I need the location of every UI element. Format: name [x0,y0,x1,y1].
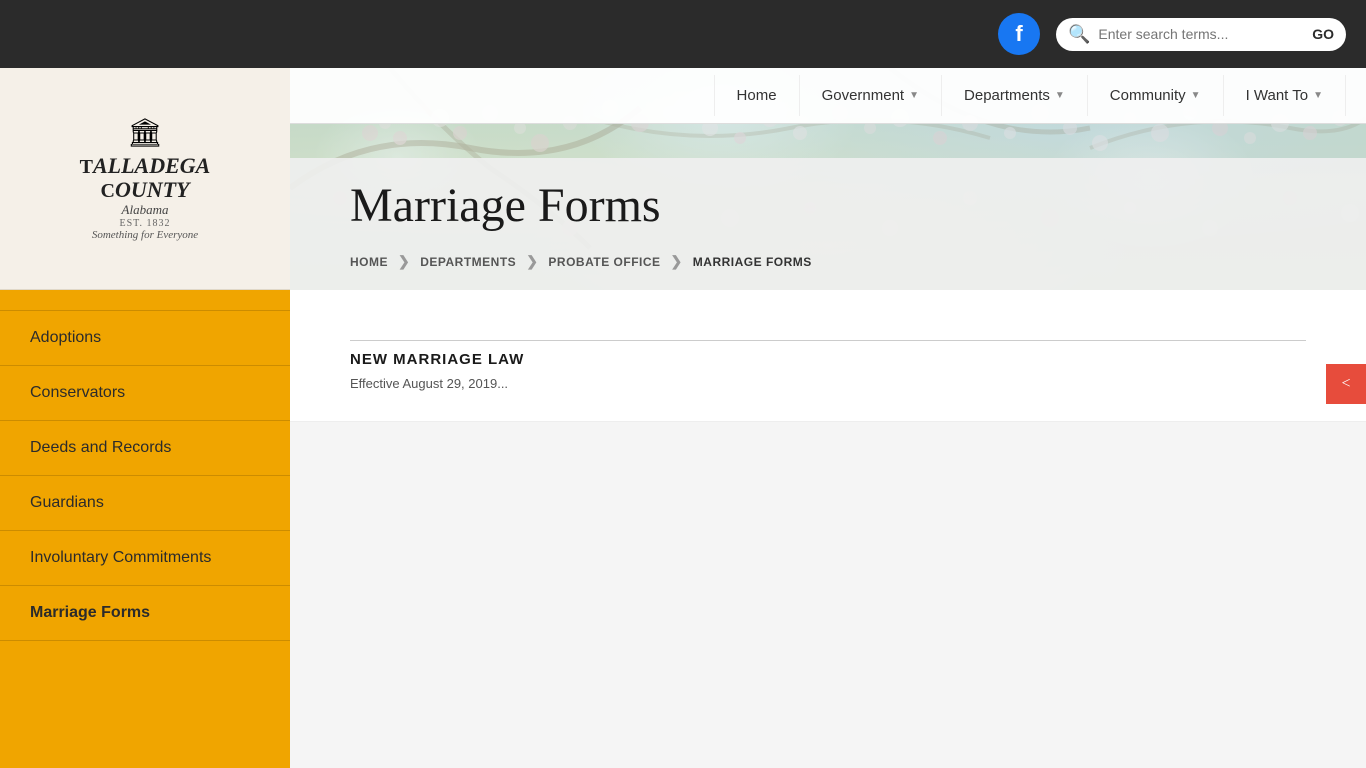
chevron-down-icon: ▼ [1313,90,1323,101]
search-icon: 🔍 [1068,24,1090,45]
logo: 🏛 TALLADEGA COUNTY Alabama EST. 1832 Som… [80,116,211,241]
breadcrumb-current: MARRIAGE FORMS [693,255,812,269]
page-title-section: Marriage Forms HOME ❯ DEPARTMENTS ❯ PROB… [290,158,1366,290]
hero-image: Home Government ▼ Departments ▼ Communit… [290,68,1366,290]
breadcrumb-separator: ❯ [526,253,538,270]
nav-item-home[interactable]: Home [714,75,800,116]
page-title: Marriage Forms [350,178,1306,233]
new-law-subtitle: Effective August 29, 2019... [350,376,1306,391]
breadcrumb-departments[interactable]: DEPARTMENTS [420,255,516,269]
sidebar-item-involuntary-commitments[interactable]: Involuntary Commitments [0,531,290,586]
search-go-button[interactable]: GO [1312,26,1334,42]
sidebar-item-marriage-forms[interactable]: Marriage Forms [0,586,290,641]
facebook-button[interactable]: f [998,13,1040,55]
content-area: NEW MARRIAGE LAW Effective August 29, 20… [290,290,1366,768]
nav-item-government[interactable]: Government ▼ [800,75,942,116]
sidebar-item-adoptions[interactable]: Adoptions [0,310,290,366]
search-input[interactable] [1098,26,1304,42]
logo-title: TALLADEGA COUNTY [80,154,211,202]
sidebar: Adoptions Conservators Deeds and Records… [0,290,290,768]
share-button[interactable]: < [1326,364,1366,404]
main-content: Adoptions Conservators Deeds and Records… [0,290,1366,768]
sidebar-item-deeds-and-records[interactable]: Deeds and Records [0,421,290,476]
logo-building-icon: 🏛 [80,116,211,150]
sidebar-item-guardians[interactable]: Guardians [0,476,290,531]
nav-item-departments[interactable]: Departments ▼ [942,75,1088,116]
sidebar-item-conservators[interactable]: Conservators [0,366,290,421]
new-law-section: NEW MARRIAGE LAW Effective August 29, 20… [290,290,1366,422]
logo-area[interactable]: 🏛 TALLADEGA COUNTY Alabama EST. 1832 Som… [0,68,290,290]
chevron-down-icon: ▼ [1191,90,1201,101]
logo-nav-combined: 🏛 TALLADEGA COUNTY Alabama EST. 1832 Som… [0,68,1366,290]
logo-est: EST. 1832 [80,218,211,229]
breadcrumb: HOME ❯ DEPARTMENTS ❯ PROBATE OFFICE ❯ MA… [350,253,1306,270]
search-bar: 🔍 GO [1056,18,1346,51]
new-law-title: NEW MARRIAGE LAW [350,351,1306,368]
breadcrumb-separator: ❯ [671,253,683,270]
page-wrapper: f 🔍 GO 🏛 TALLADEGA COUNTY Alabama EST. 1… [0,0,1366,768]
breadcrumb-separator: ❯ [398,253,410,270]
chevron-down-icon: ▼ [909,90,919,101]
top-bar: f 🔍 GO [0,0,1366,68]
chevron-down-icon: ▼ [1055,90,1065,101]
breadcrumb-home[interactable]: HOME [350,255,388,269]
logo-state: Alabama [80,202,211,218]
logo-tagline: Something for Everyone [80,229,211,241]
nav-item-i-want-to[interactable]: I Want To ▼ [1224,75,1346,116]
nav-menu: Home Government ▼ Departments ▼ Communit… [714,75,1346,116]
breadcrumb-probate[interactable]: PROBATE OFFICE [548,255,660,269]
nav-item-community[interactable]: Community ▼ [1088,75,1224,116]
nav-bar: Home Government ▼ Departments ▼ Communit… [290,68,1366,124]
share-icon: < [1341,375,1350,393]
